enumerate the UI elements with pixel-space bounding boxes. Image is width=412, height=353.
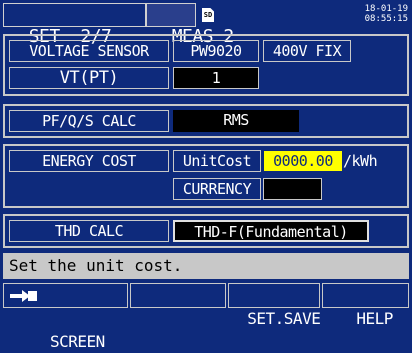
sensor-range-field[interactable]: 400V FIX bbox=[263, 40, 351, 62]
vt-label: VT(PT) bbox=[9, 67, 169, 89]
thd-calc-label: THD CALC bbox=[9, 220, 169, 242]
help-button[interactable]: HELP bbox=[322, 283, 409, 328]
status-message: Set the unit cost. bbox=[3, 253, 409, 279]
unitcost-unit: /kWh bbox=[343, 152, 378, 170]
sd-card-icon: SD bbox=[202, 8, 214, 22]
f2-button[interactable] bbox=[130, 283, 226, 308]
energy-cost-label: ENERGY COST bbox=[9, 150, 169, 172]
date-text: 18-01-19 bbox=[364, 4, 408, 14]
help-button-label: HELP bbox=[356, 309, 393, 328]
unitcost-label: UnitCost bbox=[173, 150, 261, 172]
tab-meas[interactable]: MEAS 2 bbox=[146, 3, 234, 47]
sensor-model-field[interactable]: PW9020 bbox=[173, 40, 259, 62]
thd-calc-field[interactable]: THD-F(Fundamental) bbox=[173, 220, 369, 242]
set-save-button[interactable]: SET.SAVE bbox=[228, 283, 321, 328]
currency-label: CURRENCY bbox=[173, 178, 261, 200]
screen-button-label: SCREEN bbox=[50, 332, 105, 351]
tab-set[interactable]: SET 2/7 bbox=[3, 3, 146, 47]
voltage-sensor-label: VOLTAGE SENSOR bbox=[9, 40, 169, 62]
set-save-button-label: SET.SAVE bbox=[247, 309, 321, 328]
screen-button[interactable]: SCREEN bbox=[3, 283, 128, 351]
unitcost-input[interactable]: 0000.00 bbox=[264, 151, 342, 171]
screen-switch-icon bbox=[10, 290, 37, 302]
clock: 18-01-19 08:55:15 bbox=[365, 4, 408, 24]
time-text: 08:55:15 bbox=[364, 14, 408, 24]
vt-ratio-field[interactable]: 1 bbox=[173, 67, 259, 89]
pfqs-calc-label: PF/Q/S CALC bbox=[9, 110, 169, 132]
currency-field[interactable] bbox=[263, 178, 322, 200]
pfqs-calc-field[interactable]: RMS bbox=[173, 110, 299, 132]
